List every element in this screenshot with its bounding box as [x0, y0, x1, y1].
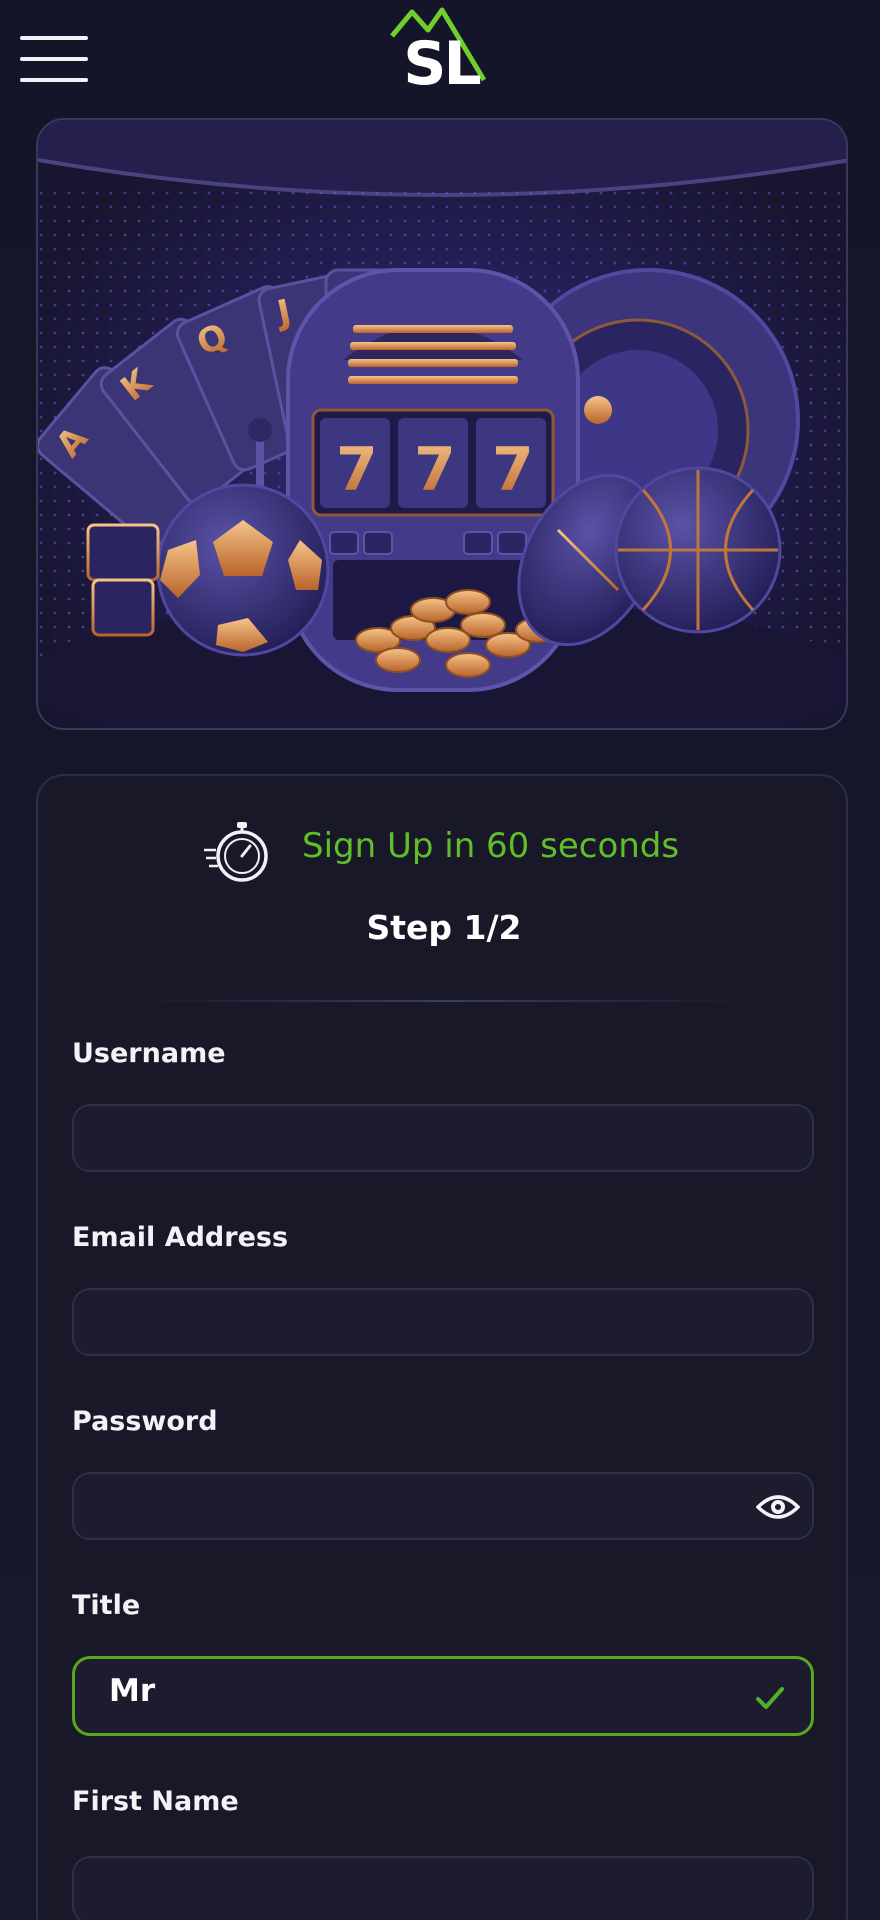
signup-title: Sign Up in 60 seconds: [302, 826, 680, 866]
email-input[interactable]: [72, 1288, 814, 1356]
basketball: [614, 466, 782, 634]
stopwatch-icon: [204, 822, 268, 882]
signup-page: SL A K Q J 7 7 7 Sign Up in 60 seconds S…: [0, 0, 880, 1920]
password-field-wrapper: [38, 1472, 850, 1540]
eye-icon[interactable]: [756, 1492, 800, 1522]
sports-gear: [86, 523, 160, 637]
first-name-label: First Name: [72, 1786, 239, 1817]
password-label: Password: [72, 1406, 218, 1437]
svg-text:7: 7: [336, 435, 378, 505]
signup-heading: Sign Up in 60 seconds: [38, 812, 850, 888]
title-select[interactable]: Mr: [72, 1656, 814, 1736]
hamburger-menu-icon[interactable]: [20, 36, 88, 86]
hero-banner: A K Q J 10: [36, 118, 848, 730]
username-input[interactable]: [72, 1104, 814, 1172]
first-name-input[interactable]: [72, 1856, 814, 1920]
svg-text:7: 7: [414, 435, 456, 505]
signup-form-card: Sign Up in 60 seconds Step 1/2 Username …: [36, 774, 848, 1920]
username-label: Username: [72, 1038, 226, 1069]
header: SL: [0, 0, 880, 112]
password-input[interactable]: [72, 1472, 814, 1540]
svg-text:7: 7: [492, 435, 534, 505]
email-label: Email Address: [72, 1222, 289, 1253]
title-select-value: Mr: [109, 1673, 156, 1709]
logo-text: SL: [403, 29, 481, 99]
casino-illustration: A K Q J 10: [38, 120, 846, 728]
checkmark-icon: [756, 1687, 784, 1709]
step-indicator: Step 1/2: [366, 908, 522, 947]
soccer-ball: [156, 483, 330, 657]
site-logo[interactable]: SL: [388, 6, 494, 98]
title-label: Title: [72, 1590, 141, 1621]
divider: [134, 1000, 754, 1002]
